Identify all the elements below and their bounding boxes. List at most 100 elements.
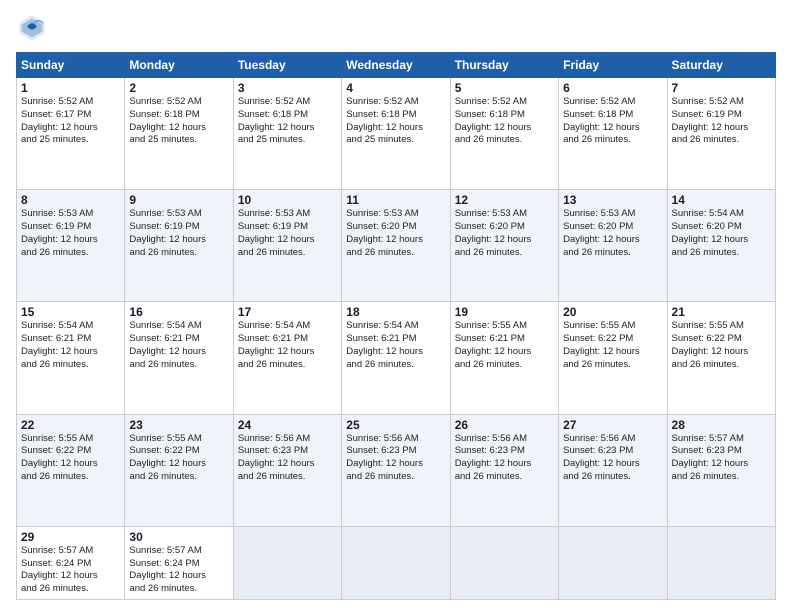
day-detail: Sunrise: 5:54 AM Sunset: 6:21 PM Dayligh… [238, 320, 337, 371]
calendar-cell: 4Sunrise: 5:52 AM Sunset: 6:18 PM Daylig… [342, 78, 450, 190]
calendar-cell: 5Sunrise: 5:52 AM Sunset: 6:18 PM Daylig… [450, 78, 558, 190]
logo [16, 12, 54, 44]
calendar-cell: 17Sunrise: 5:54 AM Sunset: 6:21 PM Dayli… [233, 302, 341, 414]
day-number: 20 [563, 305, 662, 319]
calendar-cell: 29Sunrise: 5:57 AM Sunset: 6:24 PM Dayli… [17, 526, 125, 599]
day-number: 16 [129, 305, 228, 319]
day-detail: Sunrise: 5:53 AM Sunset: 6:20 PM Dayligh… [346, 208, 445, 259]
day-number: 29 [21, 530, 120, 544]
day-number: 28 [672, 418, 771, 432]
day-detail: Sunrise: 5:55 AM Sunset: 6:22 PM Dayligh… [563, 320, 662, 371]
day-detail: Sunrise: 5:56 AM Sunset: 6:23 PM Dayligh… [346, 433, 445, 484]
day-detail: Sunrise: 5:56 AM Sunset: 6:23 PM Dayligh… [238, 433, 337, 484]
calendar-cell [450, 526, 558, 599]
day-number: 27 [563, 418, 662, 432]
day-number: 30 [129, 530, 228, 544]
calendar-cell: 14Sunrise: 5:54 AM Sunset: 6:20 PM Dayli… [667, 190, 775, 302]
day-detail: Sunrise: 5:55 AM Sunset: 6:22 PM Dayligh… [129, 433, 228, 484]
calendar-cell: 18Sunrise: 5:54 AM Sunset: 6:21 PM Dayli… [342, 302, 450, 414]
day-detail: Sunrise: 5:53 AM Sunset: 6:19 PM Dayligh… [21, 208, 120, 259]
calendar-week-row: 29 Sunrise: 5:57 AM Sunset: 6:24 PM Dayli… [17, 526, 776, 599]
day-detail: Sunrise: 5:52 AM Sunset: 6:17 PM Dayligh… [21, 96, 120, 147]
calendar-cell: 2Sunrise: 5:52 AM Sunset: 6:18 PM Daylig… [125, 78, 233, 190]
day-number: 25 [346, 418, 445, 432]
day-detail: Sunrise: 5:54 AM Sunset: 6:21 PM Dayligh… [346, 320, 445, 371]
day-detail: Sunrise: 5:53 AM Sunset: 6:20 PM Dayligh… [455, 208, 554, 259]
day-number: 2 [129, 81, 228, 95]
calendar-header-sunday: Sunday [17, 53, 125, 78]
day-number: 13 [563, 193, 662, 207]
day-number: 24 [238, 418, 337, 432]
calendar-header-tuesday: Tuesday [233, 53, 341, 78]
calendar-cell [233, 526, 341, 599]
day-number: 12 [455, 193, 554, 207]
day-detail: Sunrise: 5:54 AM Sunset: 6:21 PM Dayligh… [21, 320, 120, 371]
calendar-cell: 10Sunrise: 5:53 AM Sunset: 6:19 PM Dayli… [233, 190, 341, 302]
day-number: 15 [21, 305, 120, 319]
calendar-header-saturday: Saturday [667, 53, 775, 78]
header [16, 12, 776, 44]
day-number: 18 [346, 305, 445, 319]
calendar-cell: 3Sunrise: 5:52 AM Sunset: 6:18 PM Daylig… [233, 78, 341, 190]
day-number: 6 [563, 81, 662, 95]
day-detail: Sunrise: 5:53 AM Sunset: 6:19 PM Dayligh… [129, 208, 228, 259]
day-detail: Sunrise: 5:54 AM Sunset: 6:20 PM Dayligh… [672, 208, 771, 259]
calendar-cell: 21Sunrise: 5:55 AM Sunset: 6:22 PM Dayli… [667, 302, 775, 414]
calendar-cell: 23Sunrise: 5:55 AM Sunset: 6:22 PM Dayli… [125, 414, 233, 526]
day-detail: Sunrise: 5:55 AM Sunset: 6:22 PM Dayligh… [672, 320, 771, 371]
calendar-cell: 24Sunrise: 5:56 AM Sunset: 6:23 PM Dayli… [233, 414, 341, 526]
day-number: 22 [21, 418, 120, 432]
day-detail: Sunrise: 5:55 AM Sunset: 6:22 PM Dayligh… [21, 433, 120, 484]
day-number: 5 [455, 81, 554, 95]
day-detail: Sunrise: 5:56 AM Sunset: 6:23 PM Dayligh… [455, 433, 554, 484]
day-number: 23 [129, 418, 228, 432]
day-number: 21 [672, 305, 771, 319]
day-number: 19 [455, 305, 554, 319]
calendar-cell: 26Sunrise: 5:56 AM Sunset: 6:23 PM Dayli… [450, 414, 558, 526]
logo-icon [16, 12, 48, 44]
calendar-week-row: 15Sunrise: 5:54 AM Sunset: 6:21 PM Dayli… [17, 302, 776, 414]
day-detail: Sunrise: 5:53 AM Sunset: 6:20 PM Dayligh… [563, 208, 662, 259]
calendar-cell: 9Sunrise: 5:53 AM Sunset: 6:19 PM Daylig… [125, 190, 233, 302]
day-detail: Sunrise: 5:57 AM Sunset: 6:23 PM Dayligh… [672, 433, 771, 484]
calendar-header-wednesday: Wednesday [342, 53, 450, 78]
day-detail: Sunrise: 5:55 AM Sunset: 6:21 PM Dayligh… [455, 320, 554, 371]
day-number: 26 [455, 418, 554, 432]
calendar-cell: 30Sunrise: 5:57 AM Sunset: 6:24 PM Dayli… [125, 526, 233, 599]
day-number: 3 [238, 81, 337, 95]
calendar-cell: 15Sunrise: 5:54 AM Sunset: 6:21 PM Dayli… [17, 302, 125, 414]
calendar-cell: 25Sunrise: 5:56 AM Sunset: 6:23 PM Dayli… [342, 414, 450, 526]
calendar-header-friday: Friday [559, 53, 667, 78]
day-number: 7 [672, 81, 771, 95]
calendar-week-row: 1Sunrise: 5:52 AM Sunset: 6:17 PM Daylig… [17, 78, 776, 190]
page: SundayMondayTuesdayWednesdayThursdayFrid… [0, 0, 792, 612]
day-detail: Sunrise: 5:53 AM Sunset: 6:19 PM Dayligh… [238, 208, 337, 259]
calendar-cell: 20Sunrise: 5:55 AM Sunset: 6:22 PM Dayli… [559, 302, 667, 414]
day-detail: Sunrise: 5:52 AM Sunset: 6:18 PM Dayligh… [563, 96, 662, 147]
day-detail: Sunrise: 5:52 AM Sunset: 6:18 PM Dayligh… [238, 96, 337, 147]
calendar-week-row: 22Sunrise: 5:55 AM Sunset: 6:22 PM Dayli… [17, 414, 776, 526]
calendar-cell: 7Sunrise: 5:52 AM Sunset: 6:19 PM Daylig… [667, 78, 775, 190]
day-detail: Sunrise: 5:52 AM Sunset: 6:18 PM Dayligh… [455, 96, 554, 147]
calendar-header-row: SundayMondayTuesdayWednesdayThursdayFrid… [17, 53, 776, 78]
day-detail: Sunrise: 5:52 AM Sunset: 6:19 PM Dayligh… [672, 96, 771, 147]
day-number: 8 [21, 193, 120, 207]
day-number: 11 [346, 193, 445, 207]
calendar-header-monday: Monday [125, 53, 233, 78]
calendar-cell: 6Sunrise: 5:52 AM Sunset: 6:18 PM Daylig… [559, 78, 667, 190]
day-number: 9 [129, 193, 228, 207]
calendar-cell: 22Sunrise: 5:55 AM Sunset: 6:22 PM Dayli… [17, 414, 125, 526]
day-detail: Sunrise: 5:57 AM Sunset: 6:24 PM Dayligh… [129, 545, 228, 596]
calendar-cell: 1Sunrise: 5:52 AM Sunset: 6:17 PM Daylig… [17, 78, 125, 190]
calendar-cell: 13Sunrise: 5:53 AM Sunset: 6:20 PM Dayli… [559, 190, 667, 302]
day-number: 14 [672, 193, 771, 207]
day-detail: Sunrise: 5:52 AM Sunset: 6:18 PM Dayligh… [346, 96, 445, 147]
calendar-cell: 28Sunrise: 5:57 AM Sunset: 6:23 PM Dayli… [667, 414, 775, 526]
day-detail: Sunrise: 5:56 AM Sunset: 6:23 PM Dayligh… [563, 433, 662, 484]
calendar-table: SundayMondayTuesdayWednesdayThursdayFrid… [16, 52, 776, 600]
day-number: 10 [238, 193, 337, 207]
day-number: 4 [346, 81, 445, 95]
calendar-cell: 11Sunrise: 5:53 AM Sunset: 6:20 PM Dayli… [342, 190, 450, 302]
calendar-cell: 8Sunrise: 5:53 AM Sunset: 6:19 PM Daylig… [17, 190, 125, 302]
calendar-cell: 12Sunrise: 5:53 AM Sunset: 6:20 PM Dayli… [450, 190, 558, 302]
